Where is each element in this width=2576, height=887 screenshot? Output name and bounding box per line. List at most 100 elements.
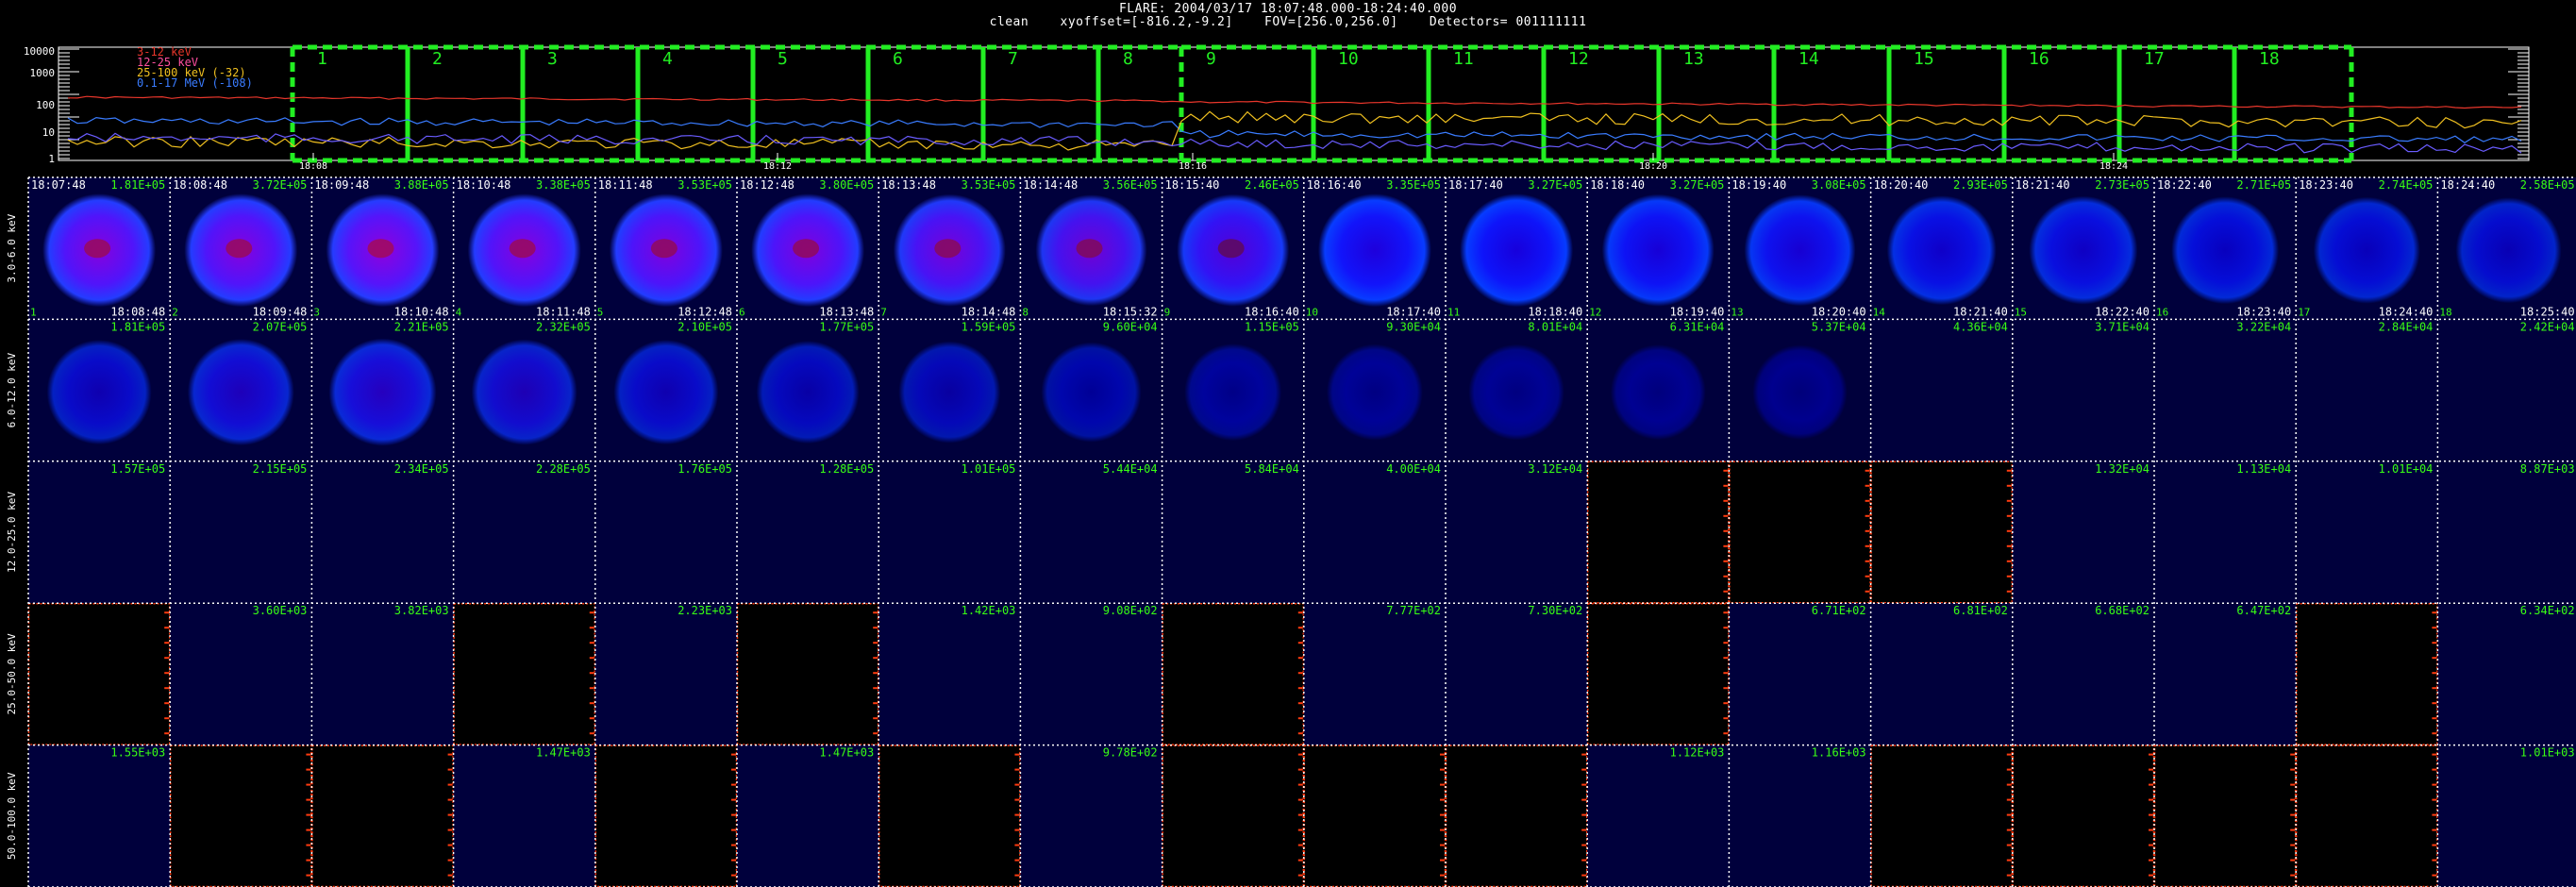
image-cell[interactable]	[1729, 319, 1871, 461]
image-cell[interactable]	[311, 745, 454, 887]
image-cell[interactable]	[878, 745, 1021, 887]
image-cell[interactable]	[2012, 177, 2154, 320]
image-cell[interactable]	[2295, 745, 2438, 887]
image-cell[interactable]	[1303, 603, 1446, 745]
image-cell[interactable]	[453, 460, 595, 604]
image-cell[interactable]	[2154, 603, 2297, 745]
image-cell[interactable]	[1162, 602, 1305, 745]
image-cell[interactable]	[1446, 319, 1588, 461]
image-cell[interactable]	[1303, 319, 1446, 461]
image-cell[interactable]	[737, 177, 879, 320]
image-cell[interactable]	[2295, 602, 2438, 745]
image-cell[interactable]	[453, 177, 595, 320]
image-cell[interactable]	[2012, 603, 2154, 745]
image-cell[interactable]	[2437, 177, 2576, 320]
image-cell[interactable]	[878, 319, 1021, 461]
image-cell[interactable]	[28, 177, 171, 320]
image-cell[interactable]	[1020, 745, 1163, 887]
image-cell[interactable]	[170, 603, 312, 745]
image-cell[interactable]	[1729, 177, 1871, 320]
image-cell[interactable]	[1729, 460, 1871, 604]
image-cell[interactable]	[594, 603, 737, 745]
image-cell[interactable]	[1445, 745, 1588, 887]
image-cell[interactable]	[170, 319, 312, 461]
image-cell[interactable]	[1587, 319, 1730, 461]
image-cell[interactable]	[1446, 460, 1588, 604]
image-cell[interactable]	[594, 745, 738, 887]
image-cell[interactable]	[1587, 745, 1730, 887]
image-cell[interactable]	[1446, 177, 1588, 320]
peak-flux-value: 3.27E+05	[1528, 178, 1582, 192]
image-cell[interactable]	[2012, 460, 2154, 604]
image-cell[interactable]	[28, 745, 171, 887]
empty-image-frame	[169, 745, 312, 887]
image-cell[interactable]	[27, 602, 171, 745]
image-cell[interactable]	[1586, 460, 1730, 604]
image-cell[interactable]	[2154, 460, 2297, 604]
image-cell[interactable]	[1446, 603, 1588, 745]
image-background	[1870, 319, 2013, 461]
image-cell[interactable]	[1870, 177, 2013, 320]
image-cell[interactable]	[737, 460, 879, 604]
image-cell[interactable]	[2296, 177, 2438, 320]
image-cell[interactable]	[2296, 460, 2438, 604]
image-cell[interactable]	[1162, 177, 1304, 320]
image-cell[interactable]	[1303, 460, 1446, 604]
interval-index: 17	[2298, 306, 2310, 318]
image-cell[interactable]	[1162, 460, 1304, 604]
image-cell[interactable]	[1162, 745, 1305, 887]
image-cell[interactable]	[311, 460, 454, 604]
image-cell[interactable]	[2437, 319, 2576, 461]
image-cell[interactable]	[1162, 319, 1304, 461]
image-cell[interactable]	[878, 603, 1021, 745]
solar-source-image	[1041, 342, 1142, 443]
image-cell[interactable]	[1729, 745, 1871, 887]
image-cell[interactable]	[1303, 745, 1447, 887]
image-cell[interactable]	[311, 603, 454, 745]
image-cell[interactable]	[453, 745, 595, 887]
image-cell[interactable]	[1870, 460, 2014, 604]
image-cell[interactable]	[2154, 177, 2297, 320]
image-cell[interactable]	[1020, 177, 1163, 320]
image-cell[interactable]	[1020, 319, 1163, 461]
flare-kernel	[934, 239, 962, 259]
image-cell[interactable]	[2437, 745, 2576, 887]
image-cell[interactable]	[2437, 603, 2576, 745]
image-cell[interactable]	[170, 460, 312, 604]
image-cell[interactable]	[311, 177, 454, 320]
empty-image-frame	[1870, 745, 2014, 887]
image-cell[interactable]	[594, 177, 737, 320]
image-cell[interactable]	[1020, 603, 1163, 745]
image-cell[interactable]	[878, 177, 1021, 320]
image-cell[interactable]	[2012, 745, 2155, 887]
image-cell[interactable]	[2154, 319, 2297, 461]
image-cell[interactable]	[453, 602, 596, 745]
image-cell[interactable]	[28, 460, 171, 604]
image-cell[interactable]	[594, 460, 737, 604]
image-cell[interactable]	[2012, 319, 2154, 461]
image-cell[interactable]	[736, 602, 879, 745]
image-cell[interactable]	[2437, 460, 2576, 604]
image-cell[interactable]	[169, 745, 312, 887]
image-cell[interactable]	[453, 319, 595, 461]
peak-flux-value: 2.71E+05	[2236, 178, 2291, 192]
image-background	[453, 460, 595, 604]
image-cell[interactable]	[1587, 177, 1730, 320]
image-cell[interactable]	[1729, 603, 1871, 745]
image-cell[interactable]	[594, 319, 737, 461]
image-cell[interactable]	[2296, 319, 2438, 461]
image-cell[interactable]	[2153, 745, 2297, 887]
empty-image-frame	[311, 745, 454, 887]
image-cell[interactable]	[1870, 603, 2013, 745]
image-cell[interactable]	[311, 319, 454, 461]
image-cell[interactable]	[1870, 745, 2014, 887]
image-cell[interactable]	[1870, 319, 2013, 461]
image-cell[interactable]	[737, 319, 879, 461]
image-cell[interactable]	[737, 745, 879, 887]
image-cell[interactable]	[1303, 177, 1446, 320]
image-cell[interactable]	[28, 319, 171, 461]
image-cell[interactable]	[1020, 460, 1163, 604]
image-cell[interactable]	[878, 460, 1021, 604]
image-cell[interactable]	[1586, 602, 1730, 745]
image-cell[interactable]	[170, 177, 312, 320]
